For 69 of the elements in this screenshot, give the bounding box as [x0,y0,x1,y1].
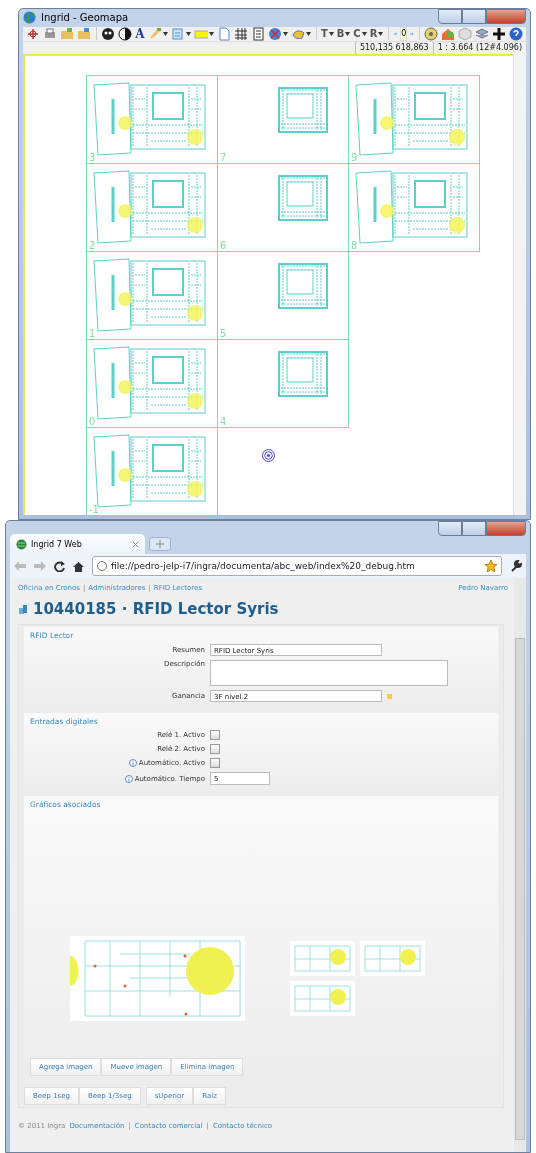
tool-button[interactable]: T [320,28,328,40]
tile-number: 8 [351,240,358,251]
target-icon[interactable] [262,449,275,462]
address-bar[interactable]: file://pedro-jelp-i7/ingra/documenta/abc_web/index%20_debug.htm [92,556,502,576]
checkbox[interactable] [210,744,220,754]
maximize-button[interactable] [462,521,486,536]
caret-icon[interactable] [361,31,367,36]
tile-number: 2 [89,240,96,251]
caret-icon[interactable] [378,31,384,36]
tool-button[interactable]: B [336,28,345,40]
minimize-button[interactable] [438,521,462,536]
maximize-button[interactable] [462,9,486,24]
contrast-icon[interactable] [118,26,133,41]
globe-icon [16,538,27,550]
globe-icon [23,11,36,25]
close-icon[interactable] [132,540,139,548]
tile-number: 6 [220,240,227,251]
checkbox[interactable] [210,730,220,740]
caret-icon[interactable] [185,31,191,36]
tile-number: 0 [89,416,96,427]
caret-icon[interactable] [208,31,214,36]
page-field[interactable]: 0 [400,26,408,41]
floor-plan-drawing [278,175,328,221]
minimize-button[interactable] [438,9,462,24]
url-text: file://pedro-jelp-i7/ingra/documenta/abc_web/index%20_debug.htm [111,561,416,571]
floor-plan-drawing [278,351,328,397]
crosshair-icon[interactable] [26,26,40,41]
scrollbar[interactable] [514,578,526,1152]
target-icon[interactable] [423,26,438,41]
tool-button[interactable]: R [369,28,378,40]
text-area[interactable] [210,660,448,686]
font-button[interactable]: A [135,26,145,41]
tile-number: 1 [89,328,96,339]
caret-icon[interactable] [328,31,334,36]
tile-number: 5 [220,328,227,339]
plus-icon [156,540,164,548]
floor-plan-drawing [278,263,328,309]
reader-icon [18,604,28,614]
tile-number: 4 [220,416,227,427]
tile-number: -1 [89,504,99,515]
star-icon[interactable] [485,560,497,572]
home-icon[interactable] [73,560,84,572]
reload-icon[interactable] [54,560,65,572]
wrench-icon[interactable] [510,560,522,572]
house-icon[interactable] [440,26,455,41]
tile-number: 9 [351,152,358,163]
face-icon[interactable] [101,26,116,41]
globe-icon[interactable] [267,26,282,41]
printer-icon[interactable] [43,26,57,41]
tile-number: 3 [89,152,96,163]
window-title: Ingrid - Geomapa [41,12,130,24]
forward-icon[interactable] [34,561,46,571]
scrollbar[interactable] [513,54,526,515]
floor-plan-drawing [278,87,328,133]
tool-button[interactable]: C [353,28,361,40]
folder-icon[interactable] [60,26,74,41]
back-icon[interactable] [14,561,26,571]
close-button[interactable] [486,521,526,536]
checkbox[interactable] [210,758,220,768]
folder-icon[interactable] [77,26,91,41]
tile-number: 7 [220,152,227,163]
caret-icon[interactable] [305,31,311,36]
caret-icon[interactable] [345,31,351,36]
browser-tab[interactable]: Ingrid 7 Web [10,534,145,554]
caret-icon[interactable] [282,31,288,36]
caret-icon[interactable] [162,31,168,36]
help-icon[interactable] [508,26,523,41]
grid-icon[interactable] [233,26,248,41]
page-heading: 10440185 · RFID Lector Syris [33,600,279,618]
